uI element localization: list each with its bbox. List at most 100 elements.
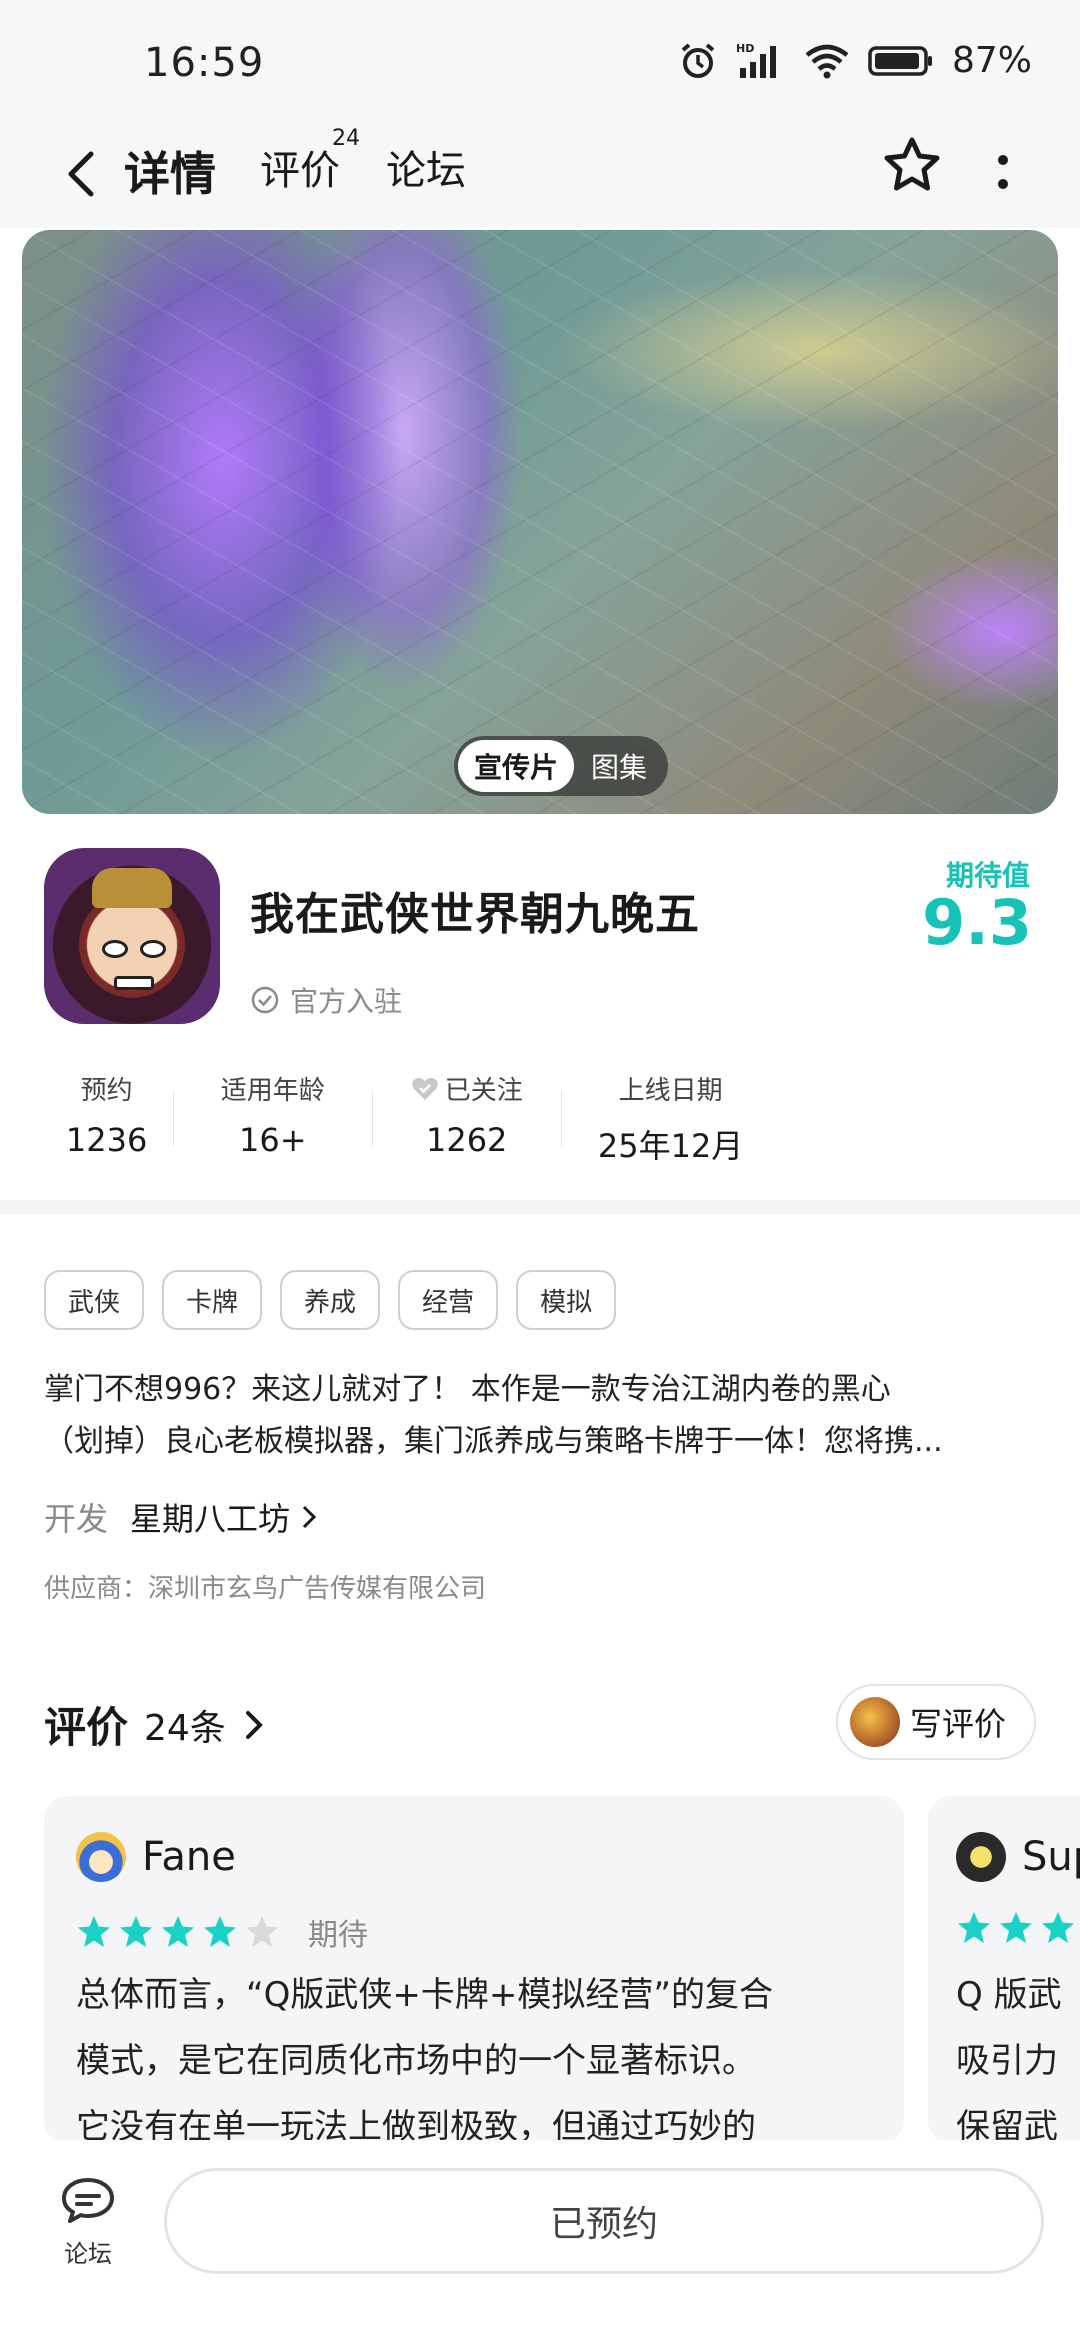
- stat-value: 1236: [65, 1121, 148, 1159]
- developer-label: 开发: [44, 1500, 109, 1538]
- status-icons: HD 87%: [678, 40, 1032, 81]
- review-line: Q 版武: [956, 1975, 1062, 2015]
- bottom-action-bar: 论坛 已预约: [0, 2140, 1080, 2340]
- description-line: 掌门不想996？来这儿就对了！ 本作是一款专治江湖内卷的黑心: [44, 1372, 891, 1407]
- forum-nav-label: 论坛: [64, 2240, 112, 2268]
- stat-label: 预约: [80, 1076, 133, 1106]
- svg-text:HD: HD: [736, 42, 754, 55]
- tab-review-label: 评价: [260, 148, 340, 194]
- reviews-count: 24条: [144, 1707, 226, 1749]
- header-nav: 详情 评价 24 论坛: [0, 120, 1080, 228]
- developer-row: 开发 星期八工坊: [44, 1494, 318, 1540]
- stats-row: 预约 1236 适用年龄 16+ 已关注 1262 上线日期 25年12月: [40, 1070, 780, 1180]
- battery-icon: [868, 45, 932, 76]
- star-filled-icon: [120, 1916, 152, 1947]
- status-bar: 16:59 HD 87%: [0, 0, 1080, 120]
- write-review-label: 写评价: [910, 1705, 1007, 1743]
- star-outline-icon: [884, 137, 940, 191]
- chevron-right-icon: [302, 1505, 317, 1529]
- stat-followers[interactable]: 已关注 1262: [372, 1070, 561, 1180]
- stat-divider: [561, 1090, 563, 1146]
- switch-gallery[interactable]: 图集: [574, 746, 664, 786]
- tab-review[interactable]: 评价 24: [260, 126, 360, 196]
- more-options-button[interactable]: [988, 142, 1018, 202]
- stat-value: 1262: [425, 1121, 508, 1159]
- description-line: （划掉）良心老板模拟器，集门派养成与策略卡牌于一体！您将携...: [44, 1424, 943, 1459]
- app-icon-mouth: [114, 976, 154, 990]
- switch-video[interactable]: 宣传片: [458, 740, 574, 792]
- tab-forum-label: 论坛: [386, 148, 466, 194]
- stat-divider: [173, 1090, 175, 1146]
- status-time: 16:59: [144, 40, 265, 86]
- review-text: 总体而言，“Q版武侠+卡牌+模拟经营”的复合 模式，是它在同质化市场中的一个显著…: [76, 1962, 876, 2144]
- promo-video-banner[interactable]: 宣传片 图集: [22, 230, 1058, 814]
- reserved-button[interactable]: 已预约: [164, 2168, 1044, 2274]
- write-review-button[interactable]: 写评价: [836, 1684, 1036, 1760]
- review-user: Fane: [76, 1832, 236, 1882]
- alarm-icon: [681, 42, 715, 78]
- cellular-signal-icon: HD: [736, 42, 776, 78]
- stat-release-date: 上线日期 25年12月: [561, 1070, 780, 1180]
- genre-tag[interactable]: 养成: [280, 1270, 381, 1330]
- official-label: 官方入驻: [290, 985, 403, 1018]
- avatar: [956, 1832, 1006, 1882]
- banner-artwork: [22, 230, 1058, 814]
- app-title: 我在武侠世界朝九晚五: [250, 889, 700, 940]
- stat-value: 16+: [238, 1121, 307, 1159]
- tab-review-badge: 24: [332, 126, 360, 151]
- stat-label: 上线日期: [618, 1076, 723, 1106]
- genre-tag[interactable]: 模拟: [516, 1270, 617, 1330]
- star-filled-icon: [1042, 1912, 1074, 1943]
- review-line: 保留武: [956, 2107, 1058, 2144]
- tab-forum[interactable]: 论坛: [386, 138, 466, 196]
- reviews-header[interactable]: 评价 24条: [44, 1694, 266, 1755]
- review-stars: 期待: [76, 1910, 368, 1954]
- review-username: Sup: [1022, 1834, 1080, 1880]
- review-status: 期待: [308, 1918, 368, 1953]
- stat-value: 25年12月: [597, 1127, 744, 1165]
- developer-name: 星期八工坊: [130, 1500, 291, 1538]
- more-dot-icon: [998, 179, 1008, 189]
- media-switch: 宣传片 图集: [454, 736, 668, 796]
- forum-chat-icon: [62, 2178, 114, 2223]
- forum-nav-button[interactable]: 论坛: [48, 2174, 128, 2269]
- review-line: 吸引力: [956, 2041, 1058, 2081]
- back-button[interactable]: [50, 142, 110, 206]
- star-filled-icon: [204, 1916, 236, 1947]
- section-divider: [0, 1200, 1080, 1214]
- genre-tag[interactable]: 武侠: [44, 1270, 145, 1330]
- verified-check-icon: [251, 986, 279, 1014]
- review-line: 它没有在单一玩法上做到极致，但通过巧妙的: [76, 2107, 756, 2144]
- tab-detail[interactable]: 详情: [120, 138, 220, 204]
- stat-label: 适用年龄: [220, 1076, 325, 1106]
- official-badge: 官方入驻: [250, 980, 402, 1020]
- avatar: [76, 1832, 126, 1882]
- app-icon: [44, 848, 220, 1024]
- stat-divider: [372, 1090, 374, 1146]
- genre-tag[interactable]: 经营: [398, 1270, 499, 1330]
- app-icon-eye: [102, 940, 128, 958]
- review-user: Sup: [956, 1832, 1080, 1882]
- review-text: Q 版武 吸引力 保留武: [956, 1962, 1080, 2144]
- supplier-info: 供应商：深圳市玄鸟广告传媒有限公司: [44, 1574, 487, 1604]
- review-stars: [956, 1910, 1076, 1946]
- star-filled-icon: [958, 1912, 990, 1943]
- review-card[interactable]: Sup Q 版武 吸引力 保留武: [928, 1796, 1080, 2144]
- review-username: Fane: [142, 1834, 236, 1880]
- reviews-title: 评价: [44, 1703, 129, 1752]
- stat-label: 已关注: [372, 1070, 561, 1107]
- genre-tags: 武侠 卡牌 养成 经营 模拟: [44, 1270, 617, 1330]
- review-card[interactable]: Fane 期待 总体而言，“Q版武侠+卡牌+模拟经营”的复合 模式，是它在同质化…: [44, 1796, 904, 2144]
- developer-link[interactable]: 星期八工坊: [130, 1494, 318, 1540]
- stat-reservations: 预约 1236: [40, 1070, 173, 1180]
- genre-tag[interactable]: 卡牌: [162, 1270, 263, 1330]
- game-description[interactable]: 掌门不想996？来这儿就对了！ 本作是一款专治江湖内卷的黑心 （划掉）良心老板模…: [44, 1364, 1044, 1468]
- wifi-icon: [805, 44, 849, 78]
- star-empty-icon: [246, 1916, 278, 1947]
- stat-age-rating: 适用年龄 16+: [173, 1070, 372, 1180]
- review-line: 总体而言，“Q版武侠+卡牌+模拟经营”的复合: [76, 1975, 773, 2015]
- battery-percentage: 87%: [951, 40, 1032, 81]
- back-arrow-icon: [68, 151, 94, 197]
- chevron-right-icon: [245, 1710, 263, 1739]
- favorite-button[interactable]: [880, 134, 944, 198]
